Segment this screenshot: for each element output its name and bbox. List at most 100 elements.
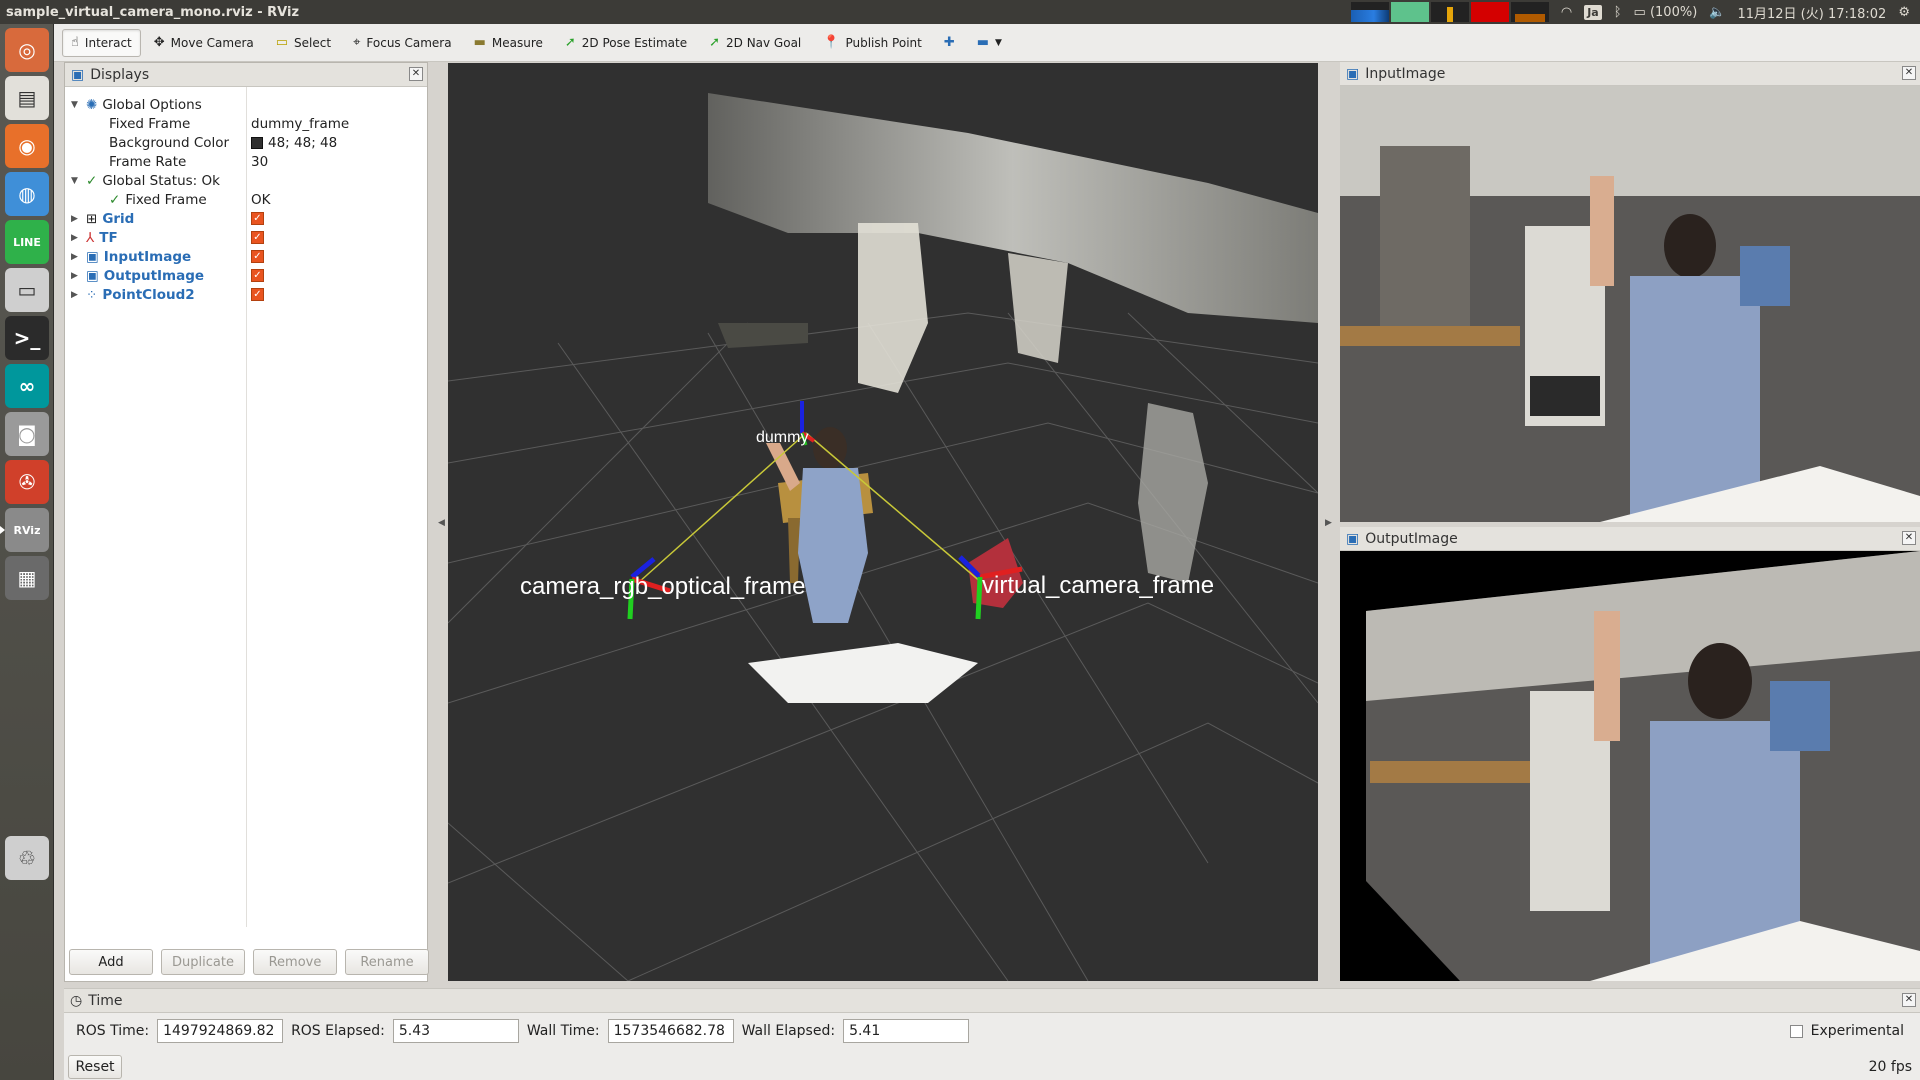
chrome-icon[interactable]: ◍ [5,172,49,216]
scene-svg: dummy camera_rgb_optical_frame virtual_c… [448,93,1318,981]
tree-row-global-options[interactable]: ▼ ✺ Global Options [65,95,427,114]
pin-icon: 📍 [823,35,840,50]
tree-row-frame-rate[interactable]: Frame Rate 30 [65,152,427,171]
clock[interactable]: 11月12日 (火) 17:18:02 [1737,3,1886,22]
tree-row-inputimage[interactable]: ▶ ▣ InputImage ✓ [65,247,427,266]
expand-arrow-icon[interactable]: ▼ [71,100,81,110]
experimental-label: Experimental [1810,1023,1904,1039]
wall-elapsed-label: Wall Elapsed: [741,1023,836,1039]
settings-icon[interactable]: ✇ [5,460,49,504]
publish-point-tool[interactable]: 📍 Publish Point [814,29,931,57]
tree-row-tf[interactable]: ▶ ⅄ TF ✓ [65,228,427,247]
input-image-panel: ▣ InputImage ✕ [1340,62,1920,522]
nav-goal-tool[interactable]: ➚ 2D Nav Goal [700,29,810,57]
nav-arrow-icon: ➚ [709,35,720,50]
render-3d-view[interactable]: dummy camera_rgb_optical_frame virtual_c… [448,63,1318,981]
dash-icon[interactable]: ◎ [5,28,49,72]
crosshair-icon: ⌖ [353,35,361,50]
bluetooth-icon[interactable]: ᛒ [1614,5,1622,20]
color-swatch[interactable] [251,136,263,149]
experimental-checkbox[interactable] [1789,1024,1803,1038]
tree-row-background-color[interactable]: Background Color 48; 48; 48 [65,133,427,152]
tree-row-pointcloud2[interactable]: ▶ ⁘ PointCloud2 ✓ [65,285,427,304]
background-color-value[interactable]: 48; 48; 48 [268,135,337,151]
wall-elapsed-field[interactable]: 5.41 [843,1019,970,1043]
displays-button-row: Add Duplicate Remove Rename [69,949,429,975]
terminal-icon[interactable]: >_ [5,316,49,360]
close-icon[interactable]: ✕ [1902,66,1916,80]
files-icon[interactable]: ▤ [5,76,49,120]
focus-camera-tool[interactable]: ⌖ Focus Camera [344,29,461,57]
move-icon: ✥ [153,35,165,50]
remove-tool-menu[interactable]: ▬ ▼ [968,29,1011,57]
reset-button[interactable]: Reset [68,1055,122,1079]
displays-title: Displays [90,66,150,83]
input-image-view [1340,86,1920,522]
add-tool-button[interactable]: ✚ [935,29,964,57]
expand-arrow-icon[interactable]: ▶ [71,271,81,281]
battery-indicator[interactable]: ▭ (100%) [1634,5,1698,20]
expand-arrow-icon[interactable]: ▼ [71,176,81,186]
enable-checkbox-outputimage[interactable]: ✓ [251,269,264,282]
duplicate-button[interactable]: Duplicate [161,949,245,975]
select-tool[interactable]: ▭ Select [267,29,340,57]
camera-icon[interactable]: ◙ [5,412,49,456]
globe-icon: ✺ [86,96,98,113]
collapse-left-arrow-icon[interactable]: ◀ [438,518,445,528]
trash-icon[interactable]: ♲ [5,836,49,880]
tree-row-fixed-frame[interactable]: Fixed Frame dummy_frame [65,114,427,133]
display-name-outputimage: OutputImage [103,267,205,284]
enable-checkbox-tf[interactable]: ✓ [251,231,264,244]
enable-checkbox-grid[interactable]: ✓ [251,212,264,225]
workspaces-icon[interactable]: ▦ [5,556,49,600]
tree-row-grid[interactable]: ▶ ⊞ Grid ✓ [65,209,427,228]
fixed-frame-label: Fixed Frame [109,115,191,132]
fixed-frame-value[interactable]: dummy_frame [251,116,349,132]
global-options-label: Global Options [102,96,202,113]
add-button[interactable]: Add [69,949,153,975]
input-image-title-bar: ▣ InputImage ✕ [1340,62,1920,86]
arduino-icon[interactable]: ∞ [5,364,49,408]
input-method-indicator[interactable]: Ja [1584,4,1602,20]
expand-arrow-icon[interactable]: ▶ [71,290,81,300]
interact-tool[interactable]: ☝ Interact [62,28,141,57]
tree-row-status-fixed-frame[interactable]: ✓ Fixed Frame OK [65,190,427,209]
gear-icon[interactable]: ⚙ [1898,5,1910,20]
output-image-title-bar: ▣ OutputImage ✕ [1340,527,1920,551]
experimental-option[interactable]: Experimental [1789,1023,1904,1039]
minus-icon: ▬ [976,35,990,50]
interact-label: Interact [84,35,132,50]
enable-checkbox-inputimage[interactable]: ✓ [251,250,264,263]
launcher: ◎ ▤ ◉ ◍ LINE ▭ >_ ∞ ◙ ✇ RViz ▦ ♲ [0,24,54,1080]
close-icon[interactable]: ✕ [409,67,423,81]
wifi-icon[interactable]: ◠ [1561,5,1572,20]
rviz-icon[interactable]: RViz [0,508,49,552]
expand-arrow-icon[interactable]: ▶ [71,233,81,243]
tree-row-global-status[interactable]: ▼ ✓ Global Status: Ok [65,171,427,190]
move-camera-tool[interactable]: ✥ Move Camera [145,29,263,57]
wall-time-field[interactable]: 1573546682.78 [607,1019,734,1043]
axes-icon: ⅄ [86,229,95,246]
expand-arrow-icon[interactable]: ▶ [71,214,81,224]
ruler-icon: ▬ [473,35,486,50]
firefox-icon[interactable]: ◉ [5,124,49,168]
rename-button[interactable]: Rename [345,949,429,975]
select-label: Select [294,35,332,50]
close-icon[interactable]: ✕ [1902,993,1916,1007]
ros-elapsed-field[interactable]: 5.43 [392,1019,519,1043]
tree-row-outputimage[interactable]: ▶ ▣ OutputImage ✓ [65,266,427,285]
line-icon[interactable]: LINE [5,220,49,264]
expand-arrow-icon[interactable]: ▶ [71,252,81,262]
enable-checkbox-pointcloud2[interactable]: ✓ [251,288,264,301]
ros-time-field[interactable]: 1497924869.82 [157,1019,284,1043]
disk-icon[interactable]: ▭ [5,268,49,312]
pose-estimate-tool[interactable]: ➚ 2D Pose Estimate [556,29,696,57]
remove-button[interactable]: Remove [253,949,337,975]
measure-tool[interactable]: ▬ Measure [465,29,552,57]
volume-icon[interactable]: 🔈 [1709,5,1725,20]
collapse-right-arrow-icon[interactable]: ▶ [1325,518,1332,528]
system-monitor[interactable] [1350,2,1549,22]
frame-rate-value[interactable]: 30 [251,154,268,170]
close-icon[interactable]: ✕ [1902,531,1916,545]
displays-tree: ▼ ✺ Global Options Fixed Frame dummy_frame… [65,87,427,927]
